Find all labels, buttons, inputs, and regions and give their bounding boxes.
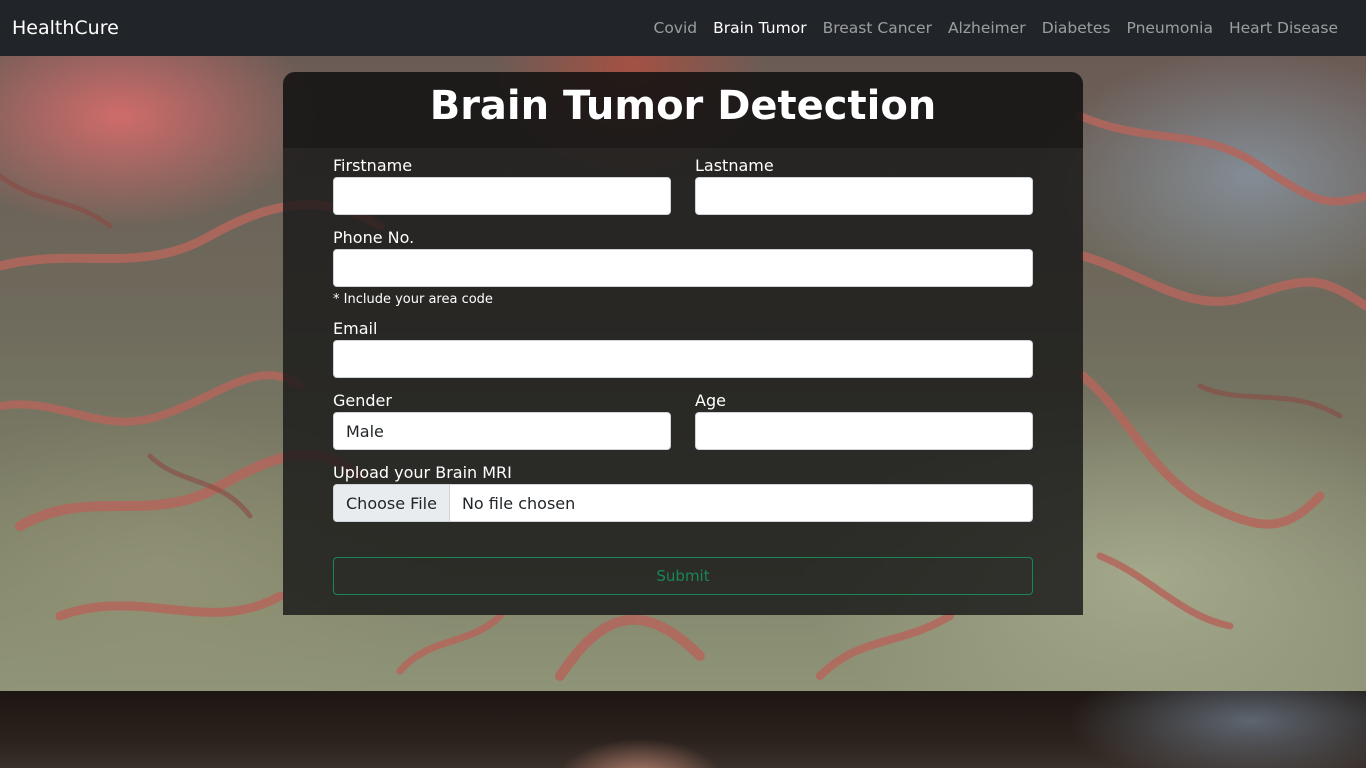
phone-hint: * Include your area code: [333, 292, 493, 307]
gender-selected-value: Male: [346, 421, 384, 441]
phone-input[interactable]: [333, 249, 1033, 287]
firstname-label: Firstname: [333, 156, 413, 175]
gender-label: Gender: [333, 391, 392, 410]
nav-link-pneumonia[interactable]: Pneumonia: [1119, 19, 1221, 37]
nav-link-covid[interactable]: Covid: [646, 19, 706, 37]
lastname-label: Lastname: [695, 156, 774, 175]
nav-link-diabetes[interactable]: Diabetes: [1034, 19, 1119, 37]
age-label: Age: [695, 391, 726, 410]
brand-link[interactable]: HealthCure: [12, 17, 119, 39]
age-input[interactable]: [695, 412, 1033, 450]
page-title: Brain Tumor Detection: [429, 83, 937, 129]
phone-label: Phone No.: [333, 228, 415, 247]
mri-file-input[interactable]: Choose File No file chosen: [333, 484, 1033, 522]
nav-link-brain-tumor[interactable]: Brain Tumor: [705, 19, 814, 37]
email-label: Email: [333, 319, 378, 338]
background-image-second: [0, 691, 1366, 768]
gender-select[interactable]: Male: [333, 412, 671, 450]
nav-link-alzheimer[interactable]: Alzheimer: [940, 19, 1034, 37]
lastname-input[interactable]: [695, 177, 1033, 215]
navbar: HealthCure Covid Brain Tumor Breast Canc…: [0, 0, 1366, 56]
nav-link-heart-disease[interactable]: Heart Disease: [1221, 19, 1346, 37]
firstname-input[interactable]: [333, 177, 671, 215]
upload-label: Upload your Brain MRI: [333, 463, 512, 482]
nav-links: Covid Brain Tumor Breast Cancer Alzheime…: [646, 19, 1355, 37]
file-status-text: No file chosen: [461, 493, 576, 513]
email-input[interactable]: [333, 340, 1033, 378]
detection-form-card: Brain Tumor Detection Firstname Lastname…: [283, 72, 1083, 615]
submit-button[interactable]: Submit: [333, 557, 1033, 595]
choose-file-button[interactable]: Choose File: [334, 485, 450, 521]
nav-link-breast-cancer[interactable]: Breast Cancer: [815, 19, 940, 37]
